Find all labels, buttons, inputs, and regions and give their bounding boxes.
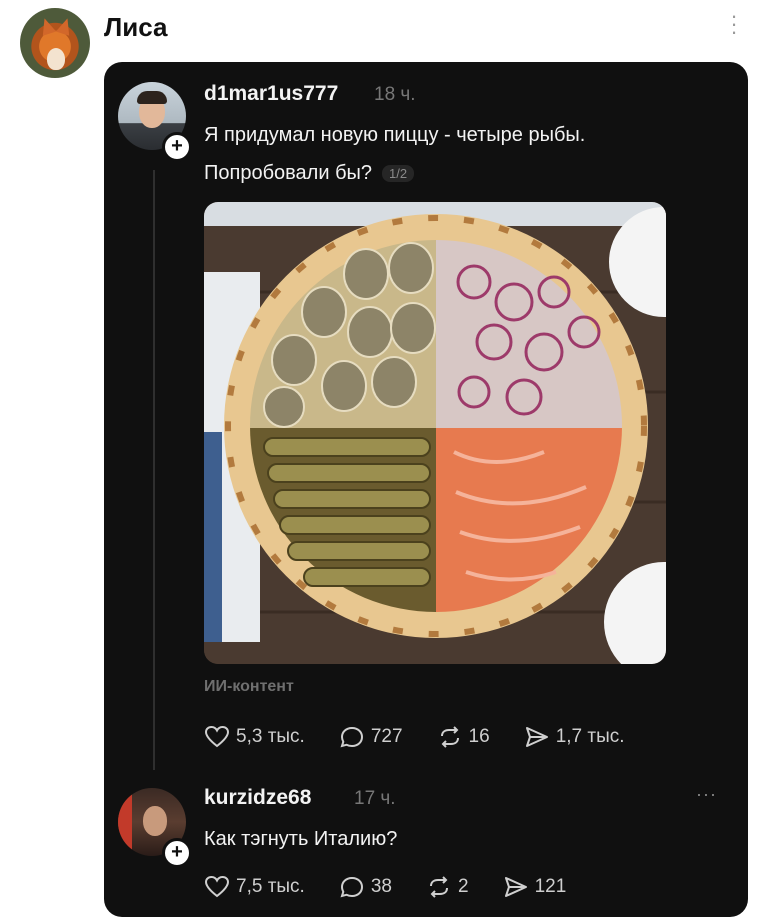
like-button[interactable]: 5,3 тыс. [204,725,305,749]
post-text-question: Попробовали бы? [204,162,373,184]
post-text-line2: Попробовали бы? 1/2 [204,162,415,185]
share-count: 121 [534,876,567,897]
post-text-line1: Я придумал новую пиццу - четыре рыбы. [204,124,586,146]
repost-count: 16 [468,726,490,747]
repost-count: 2 [457,876,469,897]
repost-button[interactable]: 16 [437,725,490,749]
like-count: 5,3 тыс. [236,726,305,747]
thread-line [153,170,155,770]
post-actions: 5,3 тыс. 727 16 1,7 тыс. [204,724,659,750]
comment-icon [340,876,363,898]
share-count: 1,7 тыс. [555,726,625,747]
heart-icon [204,875,230,898]
author-username[interactable]: d1mar1us777 [204,82,338,106]
reply-actions: 7,5 тыс. 38 2 121 [204,874,600,900]
post-time: 18 ч. [374,84,416,105]
share-icon [525,727,548,747]
comment-button[interactable]: 727 [339,725,403,749]
post-card: + d1mar1us777 18 ч. Я придумал новую пиц… [104,62,748,917]
follow-plus-icon[interactable]: + [162,838,192,868]
ai-content-label: ИИ-контент [204,678,294,695]
reply-text: Как тэгнуть Италию? [204,828,398,850]
like-count: 7,5 тыс. [236,876,305,897]
share-icon [504,877,527,897]
like-button[interactable]: 7,5 тыс. [204,875,305,899]
repost-icon [440,726,459,748]
follow-plus-icon[interactable]: + [162,132,192,162]
profile-name[interactable]: Лиса [104,12,167,43]
share-button[interactable]: 1,7 тыс. [524,725,625,749]
comment-icon [340,726,363,748]
page-indicator: 1/2 [382,165,415,183]
repost-icon [429,876,448,898]
comment-button[interactable]: 38 [339,875,392,899]
share-button[interactable]: 121 [503,875,567,899]
profile-avatar[interactable] [20,8,90,78]
reply-time: 17 ч. [354,788,396,809]
heart-icon [204,725,230,748]
post-image[interactable] [204,202,666,664]
comment-count: 727 [370,726,403,747]
reply-username[interactable]: kurzidze68 [204,786,311,810]
repost-button[interactable]: 2 [426,875,469,899]
more-icon[interactable]: ··· [696,784,717,805]
comment-count: 38 [370,876,392,897]
more-icon[interactable]: ··· [726,5,742,43]
